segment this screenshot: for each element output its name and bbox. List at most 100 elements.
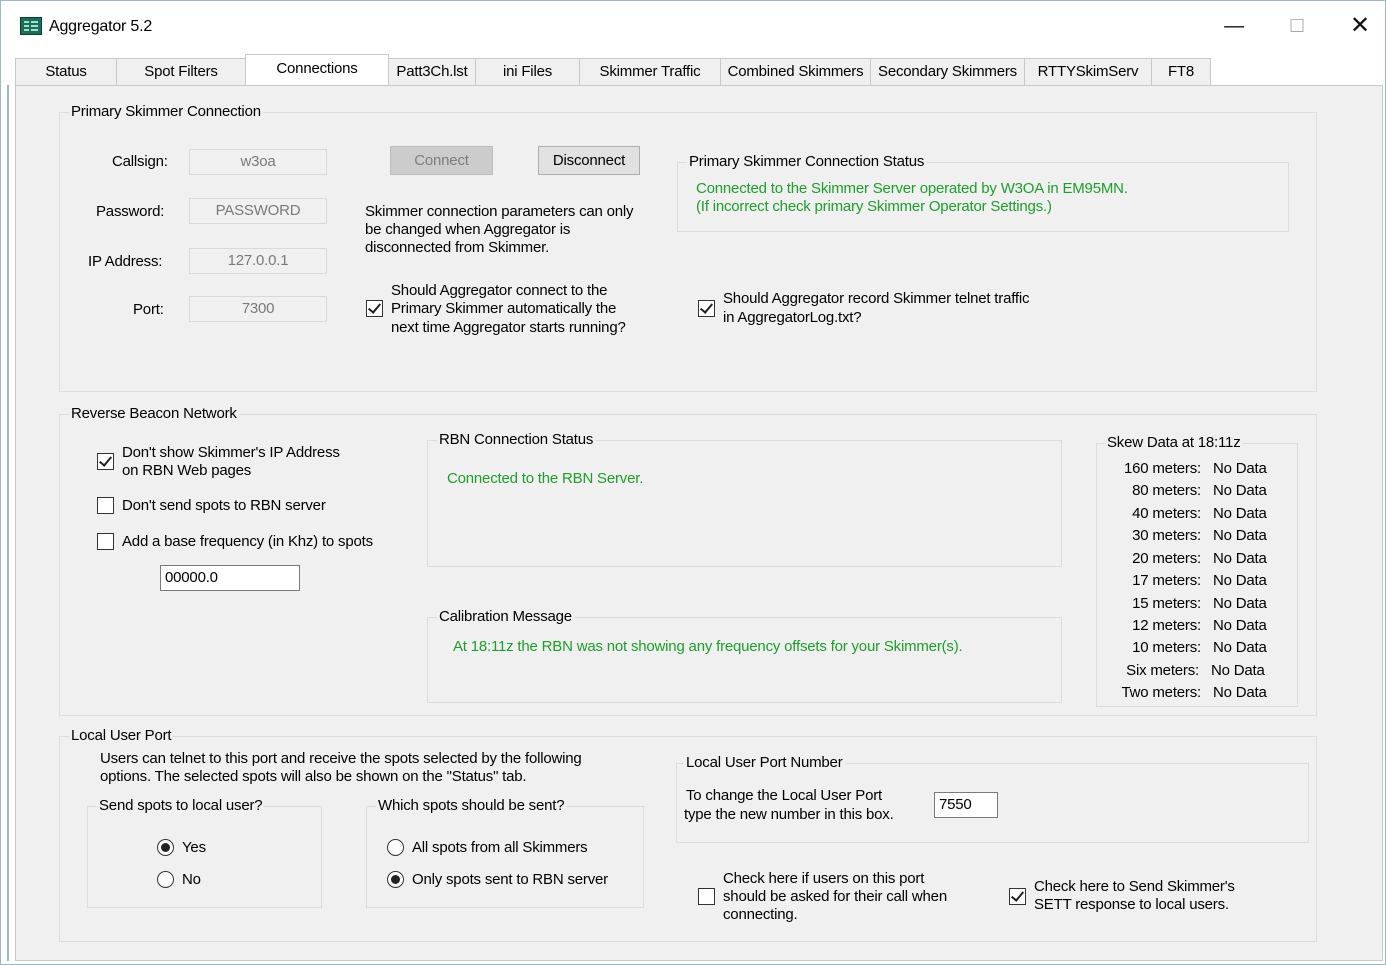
tab-ini-files[interactable]: ini Files: [475, 58, 580, 85]
connection-note-line1: Skimmer connection parameters can only: [365, 203, 634, 220]
port-number-desc-line1: To change the Local User Port: [686, 787, 882, 804]
skew-band: 160 meters:: [1123, 460, 1201, 477]
hide-ip-checkbox[interactable]: [97, 453, 114, 470]
disconnect-button[interactable]: Disconnect: [538, 146, 640, 175]
port-number-group-label: Local User Port Number: [684, 754, 845, 771]
send-local-group: [87, 806, 322, 908]
maximize-icon[interactable]: ☐: [1274, 9, 1320, 43]
hide-ip-line2: on RBN Web pages: [122, 462, 252, 479]
primary-status-line1: Connected to the Skimmer Server operated…: [696, 180, 1128, 197]
tab-connections[interactable]: Connections: [245, 54, 389, 85]
close-icon[interactable]: ✕: [1337, 9, 1383, 43]
ask-call-checkbox[interactable]: [698, 888, 715, 905]
skew-value: No Data: [1213, 572, 1267, 589]
skew-band: 30 meters:: [1132, 527, 1201, 544]
record-traffic-line1: Should Aggregator record Skimmer telnet …: [723, 290, 1030, 307]
minimize-icon[interactable]: —: [1211, 9, 1257, 43]
rbn-status-text: Connected to the RBN Server.: [447, 470, 644, 487]
auto-connect-line3: next time Aggregator starts running?: [391, 319, 626, 336]
tab-patt3ch[interactable]: Patt3Ch.lst: [388, 58, 476, 85]
ip-address-label: IP Address:: [88, 253, 163, 270]
port-number-desc-line2: type the new number in this box.: [684, 806, 894, 823]
skew-value: No Data: [1213, 684, 1267, 701]
send-local-no-radio[interactable]: [157, 871, 174, 888]
primary-status-line2: (If incorrect check primary Skimmer Oper…: [696, 198, 1052, 215]
tab-spot-filters[interactable]: Spot Filters: [116, 58, 246, 85]
skew-band: 20 meters:: [1132, 550, 1201, 567]
local-user-port-group-label: Local User Port: [69, 727, 174, 744]
skew-value: No Data: [1211, 662, 1265, 679]
app-window: Aggregator 5.2 — ☐ ✕ Status Spot Filters…: [0, 0, 1386, 965]
base-frequency-checkbox[interactable]: [97, 533, 114, 550]
send-local-yes-label: Yes: [182, 839, 206, 856]
tab-ft8[interactable]: FT8: [1151, 58, 1211, 85]
which-spots-group: [366, 806, 644, 908]
tab-skimmer-traffic[interactable]: Skimmer Traffic: [579, 58, 721, 85]
base-frequency-label: Add a base frequency (in Khz) to spots: [122, 533, 373, 550]
tab-combined-skimmers[interactable]: Combined Skimmers: [720, 58, 871, 85]
port-field[interactable]: 7300: [189, 296, 327, 322]
base-frequency-field[interactable]: 00000.0: [160, 565, 300, 591]
window-title: Aggregator 5.2: [49, 18, 153, 35]
skew-value: No Data: [1213, 595, 1267, 612]
rbn-spots-only-label: Only spots sent to RBN server: [412, 871, 608, 888]
local-desc-line2: options. The selected spots will also be…: [100, 768, 527, 785]
skew-value: No Data: [1213, 460, 1267, 477]
ip-address-field[interactable]: 127.0.0.1: [189, 248, 327, 274]
skew-band: 12 meters:: [1132, 617, 1201, 634]
send-sett-checkbox[interactable]: [1009, 888, 1026, 905]
auto-connect-line1: Should Aggregator connect to the: [391, 282, 608, 299]
skew-band: Six meters:: [1126, 662, 1199, 679]
password-label: Password:: [96, 203, 165, 220]
title-bar: Aggregator 5.2 — ☐ ✕: [1, 1, 1385, 51]
skew-band: 80 meters:: [1132, 482, 1201, 499]
skew-band: 10 meters:: [1132, 639, 1201, 656]
local-port-field[interactable]: 7550: [934, 792, 998, 818]
no-send-rbn-label: Don't send spots to RBN server: [122, 497, 326, 514]
all-spots-radio[interactable]: [387, 839, 404, 856]
send-local-group-label: Send spots to local user?: [97, 797, 265, 814]
callsign-field[interactable]: w3oa: [189, 149, 327, 175]
primary-status-group-label: Primary Skimmer Connection Status: [687, 153, 927, 170]
skew-band: 15 meters:: [1132, 595, 1201, 612]
callsign-label: Callsign:: [112, 153, 168, 170]
app-icon: [20, 17, 42, 35]
all-spots-label: All spots from all Skimmers: [412, 839, 588, 856]
skew-value: No Data: [1213, 505, 1267, 522]
tab-rttyskimserv[interactable]: RTTYSkimServ: [1024, 58, 1152, 85]
skew-band: 40 meters:: [1132, 505, 1201, 522]
send-sett-line2: SETT response to local users.: [1034, 896, 1229, 913]
auto-connect-checkbox[interactable]: [366, 300, 383, 317]
skew-band: Two meters:: [1121, 684, 1202, 701]
port-label: Port:: [133, 301, 164, 318]
record-traffic-checkbox[interactable]: [698, 300, 715, 317]
ask-call-line3: connecting.: [723, 906, 798, 923]
connection-note-line3: disconnected from Skimmer.: [365, 239, 550, 256]
window-edge: [7, 85, 9, 961]
record-traffic-line2: in AggregatorLog.txt?: [723, 309, 862, 326]
skew-value: No Data: [1213, 527, 1267, 544]
connection-note-line2: be changed when Aggregator is: [365, 221, 571, 238]
connect-button[interactable]: Connect: [390, 146, 493, 175]
rbn-status-group: [427, 440, 1062, 567]
password-field[interactable]: PASSWORD: [189, 198, 327, 224]
send-sett-line1: Check here to Send Skimmer's: [1034, 878, 1235, 895]
hide-ip-line1: Don't show Skimmer's IP Address: [122, 444, 340, 461]
skew-value: No Data: [1213, 617, 1267, 634]
ask-call-line2: should be asked for their call when: [723, 888, 947, 905]
tab-secondary-skimmers[interactable]: Secondary Skimmers: [870, 58, 1025, 85]
calibration-group-label: Calibration Message: [437, 608, 574, 625]
primary-skimmer-group-label: Primary Skimmer Connection: [69, 103, 263, 120]
send-local-no-label: No: [182, 871, 201, 888]
no-send-rbn-checkbox[interactable]: [97, 497, 114, 514]
calibration-text: At 18:11z the RBN was not showing any fr…: [453, 638, 963, 655]
local-desc-line1: Users can telnet to this port and receiv…: [100, 750, 582, 767]
rbn-group-label: Reverse Beacon Network: [69, 405, 239, 422]
tab-status[interactable]: Status: [15, 58, 117, 85]
rbn-spots-only-radio[interactable]: [387, 871, 404, 888]
send-local-yes-radio[interactable]: [157, 839, 174, 856]
skew-group-label: Skew Data at 18:11z: [1105, 434, 1243, 451]
rbn-status-group-label: RBN Connection Status: [437, 431, 596, 448]
skew-value: No Data: [1213, 482, 1267, 499]
skew-value: No Data: [1213, 550, 1267, 567]
